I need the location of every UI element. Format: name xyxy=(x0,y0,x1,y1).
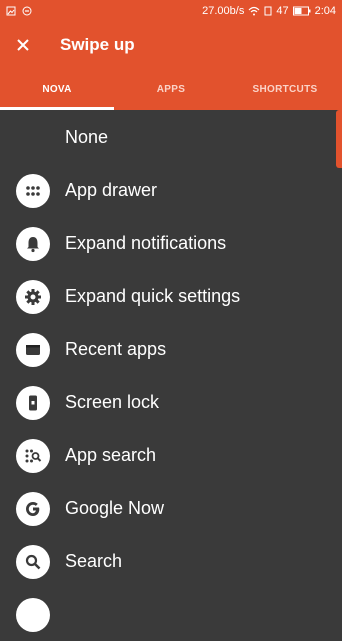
search-icon xyxy=(16,544,50,579)
list-item-label: Expand quick settings xyxy=(65,286,241,306)
tab-nova[interactable]: NOVA xyxy=(0,68,114,110)
battery-percent: 47 xyxy=(276,5,289,17)
list-item-label: App drawer xyxy=(65,180,158,200)
page-title: Swipe up xyxy=(60,35,135,54)
app-bar: Swipe up xyxy=(0,22,342,68)
close-button[interactable] xyxy=(0,22,46,68)
list-item-search[interactable]: Search xyxy=(0,535,342,588)
network-speed: 27.00b/s xyxy=(202,5,245,17)
bell-icon xyxy=(16,226,50,261)
list-item-google-now[interactable]: Google Now xyxy=(0,482,342,535)
close-icon xyxy=(17,39,29,51)
list-item-none[interactable]: None xyxy=(0,111,342,164)
partial-item-icon xyxy=(16,597,50,632)
list-item-expand-notifications[interactable]: Expand notifications xyxy=(0,217,342,270)
battery-icon xyxy=(292,6,311,16)
google-icon xyxy=(16,491,50,526)
list-item-label: Search xyxy=(65,551,123,571)
list-item-label: App search xyxy=(65,445,157,465)
list-item-label: Google Now xyxy=(65,498,165,518)
list-item-recent-apps[interactable]: Recent apps xyxy=(0,323,342,376)
phone-lock-icon xyxy=(16,385,50,420)
recent-apps-icon xyxy=(16,332,50,367)
list-item-label: Screen lock xyxy=(65,392,160,412)
list-item-expand-quick-settings[interactable]: Expand quick settings xyxy=(0,270,342,323)
sim-icon xyxy=(264,6,272,16)
tab-shortcuts[interactable]: SHORTCUTS xyxy=(228,68,342,110)
app-search-icon xyxy=(16,438,50,473)
list-item-label: Expand notifications xyxy=(65,233,227,253)
gear-icon xyxy=(16,279,50,314)
list-item-screen-lock[interactable]: Screen lock xyxy=(0,376,342,429)
do-not-disturb-icon xyxy=(22,6,32,16)
wifi-icon xyxy=(248,6,260,16)
app-drawer-icon xyxy=(16,173,50,208)
action-list: None App drawer Expand notifications Exp… xyxy=(0,110,342,632)
clock: 2:04 xyxy=(314,5,336,17)
list-item-partial[interactable] xyxy=(0,588,342,641)
tab-bar: NOVA APPS SHORTCUTS xyxy=(0,68,342,110)
image-notification-icon xyxy=(6,6,16,16)
list-item-label: Recent apps xyxy=(65,339,167,359)
list-item-app-drawer[interactable]: App drawer xyxy=(0,164,342,217)
list-item-app-search[interactable]: App search xyxy=(0,429,342,482)
status-bar: 27.00b/s 47 2:04 xyxy=(0,0,342,22)
tab-apps[interactable]: APPS xyxy=(114,68,228,110)
list-item-label: None xyxy=(65,127,109,147)
